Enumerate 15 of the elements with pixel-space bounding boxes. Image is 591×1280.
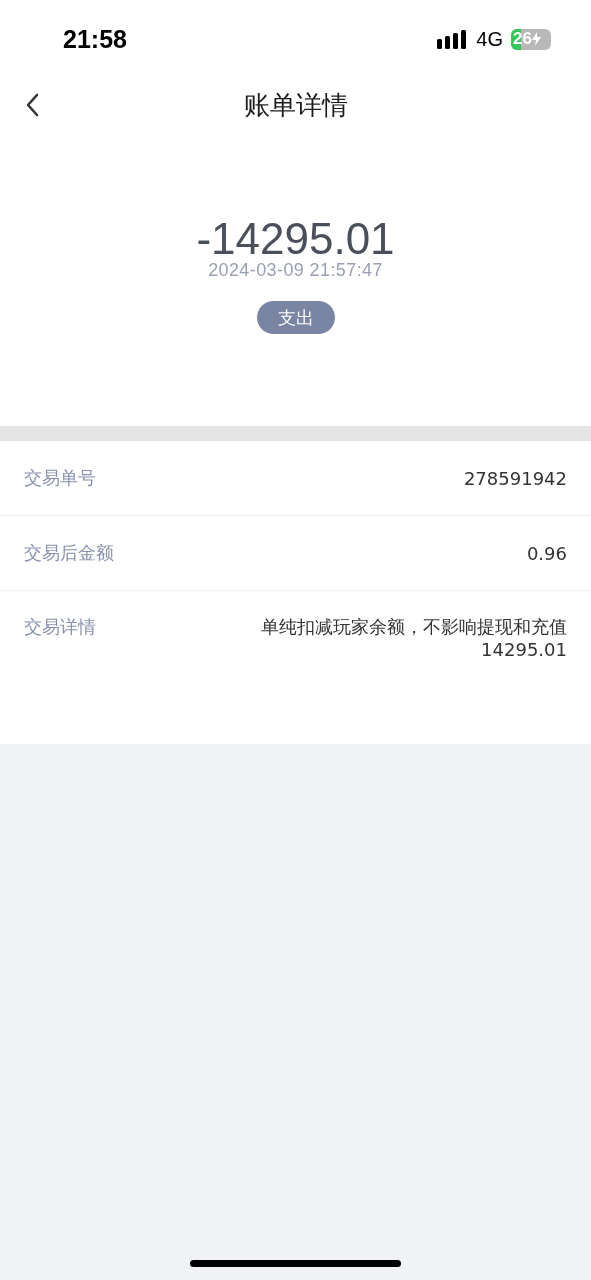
signal-icon <box>437 29 469 49</box>
detail-value: 单纯扣减玩家余额，不影响提现和充值 <box>261 615 567 638</box>
transaction-time: 2024-03-09 21:57:47 <box>208 260 383 281</box>
detail-label: 交易后金额 <box>24 541 114 565</box>
status-time: 21:58 <box>63 24 128 54</box>
detail-value: 14295.01 <box>481 638 567 661</box>
detail-value: 0.96 <box>526 541 567 565</box>
type-badge: 支出 <box>256 301 335 334</box>
amount: -14295.01 <box>196 214 395 263</box>
chevron-left-icon <box>25 93 39 117</box>
detail-label: 交易单号 <box>24 466 96 490</box>
page-title: 账单详情 <box>243 88 348 122</box>
detail-value: 278591942 <box>463 466 567 490</box>
detail-label: 交易详情 <box>24 615 96 639</box>
network-label: 4G <box>476 27 503 51</box>
